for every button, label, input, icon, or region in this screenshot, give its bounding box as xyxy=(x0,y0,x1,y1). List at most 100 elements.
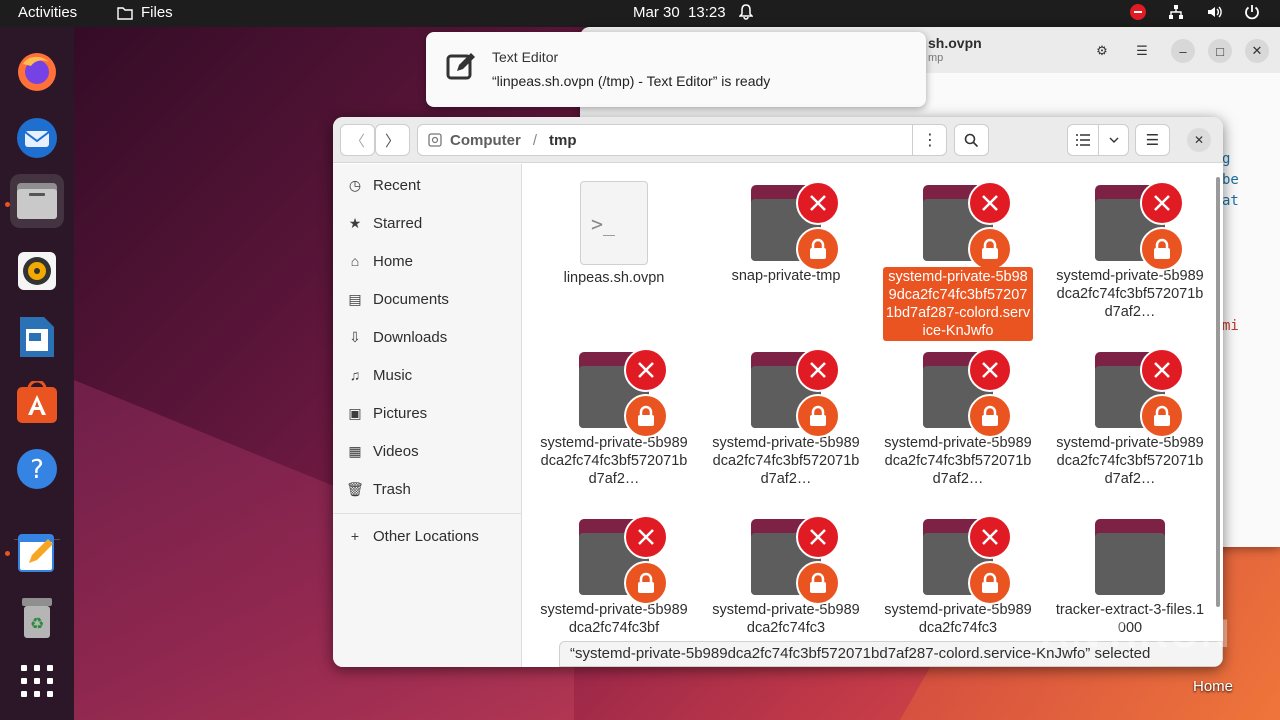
close-button[interactable]: ✕ xyxy=(1245,39,1269,63)
unreadable-badge-icon xyxy=(968,348,1012,392)
file-item[interactable]: systemd-private-5b989dca2fc74fc3bf572071… xyxy=(539,348,689,488)
plus-icon: + xyxy=(350,528,360,544)
view-toggle-button[interactable] xyxy=(1067,124,1129,156)
sidebar-item-videos[interactable]: ▦ Videos xyxy=(333,433,521,469)
lock-icon xyxy=(796,561,840,605)
desktop-home-label[interactable]: Home xyxy=(1193,678,1233,695)
sidebar-item-trash[interactable]: 🗑 Trash xyxy=(333,471,521,507)
forward-button[interactable]: 〉 xyxy=(375,124,410,156)
sidebar-item-pictures[interactable]: ▣ Pictures xyxy=(333,395,521,431)
thunderbird-icon[interactable] xyxy=(10,111,64,165)
sidebar-item-label: Home xyxy=(373,252,414,270)
locked-folder-icon xyxy=(751,348,840,438)
text-editor-icon[interactable] xyxy=(10,525,64,579)
show-apps-icon[interactable] xyxy=(10,654,64,708)
clock[interactable]: Mar 30 13:23 xyxy=(633,4,726,21)
path-menu-icon[interactable]: ⋮ xyxy=(912,125,947,155)
sidebar-item-home[interactable]: ⌂ Home xyxy=(333,243,521,279)
sidebar-item-label: Trash xyxy=(373,480,411,498)
file-item[interactable]: systemd-private-5b989dca2fc74fc3 xyxy=(883,515,1033,637)
sidebar-item-music[interactable]: ♫ Music xyxy=(333,357,521,393)
list-view-icon[interactable] xyxy=(1068,134,1098,146)
unreadable-badge-icon xyxy=(1140,348,1184,392)
lock-icon xyxy=(796,227,840,271)
chevron-down-icon[interactable] xyxy=(1098,125,1128,155)
file-item[interactable]: systemd-private-5b989dca2fc74fc3bf572071… xyxy=(711,348,861,488)
file-item-selected[interactable]: systemd-private-5b989dca2fc74fc3bf572071… xyxy=(883,181,1033,341)
path-segment-computer[interactable]: Computer xyxy=(450,132,521,149)
file-item[interactable]: snap-private-tmp xyxy=(711,181,861,285)
file-item[interactable]: systemd-private-5b989dca2fc74fc3bf572071… xyxy=(1055,348,1205,488)
app-menu[interactable]: Files xyxy=(117,4,173,21)
app-center-icon[interactable] xyxy=(10,376,64,430)
file-item[interactable]: systemd-private-5b989dca2fc74fc3bf572071… xyxy=(1055,181,1205,321)
activities-button[interactable]: Activities xyxy=(18,4,77,21)
file-item[interactable]: systemd-private-5b989dca2fc74fc3 xyxy=(711,515,861,637)
firefox-icon[interactable] xyxy=(10,45,64,99)
main-menu-button[interactable]: ☰ xyxy=(1135,124,1170,156)
unreadable-badge-icon xyxy=(796,515,840,559)
sidebar-item-label: Recent xyxy=(373,176,421,194)
files-window[interactable]: 〈 〉 Computer / tmp ⋮ ☰ ✕ ◷ Recent ★ Starre… xyxy=(333,117,1223,667)
path-bar[interactable]: Computer / tmp ⋮ xyxy=(417,124,947,156)
network-icon xyxy=(1169,5,1183,19)
lock-icon xyxy=(1140,227,1184,271)
sidebar-item-recent[interactable]: ◷ Recent xyxy=(333,167,521,203)
svg-text:?: ? xyxy=(30,455,44,485)
locked-folder-icon xyxy=(1095,348,1184,438)
lock-icon xyxy=(1140,394,1184,438)
notification[interactable]: Text Editor “linpeas.sh.ovpn (/tmp) - Te… xyxy=(426,32,926,107)
help-icon[interactable]: ? xyxy=(10,442,64,496)
files-icon[interactable] xyxy=(10,174,64,228)
sidebar-item-label: Documents xyxy=(373,290,449,308)
code-fragment: g xyxy=(1222,151,1231,167)
sidebar-item-label: Videos xyxy=(373,442,419,460)
back-button[interactable]: 〈 xyxy=(340,124,375,156)
sidebar-item-other-locations[interactable]: + Other Locations xyxy=(333,518,521,554)
locked-folder-icon xyxy=(923,181,1012,271)
watermark: ANY.RUN xyxy=(1040,612,1232,656)
hamburger-menu-icon[interactable]: ☰ xyxy=(1130,39,1154,63)
gear-icon[interactable]: ⚙ xyxy=(1090,39,1114,63)
search-button[interactable] xyxy=(954,124,989,156)
sidebar-item-documents[interactable]: ▤ Documents xyxy=(333,281,521,317)
code-fragment: be xyxy=(1222,172,1239,188)
code-fragment: mi xyxy=(1222,318,1239,334)
lock-icon xyxy=(968,227,1012,271)
file-item-label: systemd-private-5b989dca2fc74fc3bf572071… xyxy=(540,435,688,487)
unreadable-badge-icon xyxy=(796,181,840,225)
download-icon: ⇩ xyxy=(349,328,361,345)
editor-subtitle: mp xyxy=(928,52,944,64)
drive-icon xyxy=(428,133,442,147)
sidebar-item-label: Music xyxy=(373,366,413,384)
scrollbar[interactable] xyxy=(1216,177,1220,607)
locked-folder-icon xyxy=(579,348,668,438)
lock-icon xyxy=(968,394,1012,438)
file-item[interactable]: systemd-private-5b989dca2fc74fc3bf xyxy=(539,515,689,637)
minimize-button[interactable]: – xyxy=(1171,39,1195,63)
maximize-button[interactable]: □ xyxy=(1208,39,1232,63)
system-tray[interactable] xyxy=(1130,4,1260,20)
editor-title: sh.ovpn xyxy=(928,35,982,51)
unreadable-badge-icon xyxy=(624,348,668,392)
unreadable-badge-icon xyxy=(624,515,668,559)
file-item-label: systemd-private-5b989dca2fc74fc3bf572071… xyxy=(712,435,860,487)
close-button[interactable]: ✕ xyxy=(1187,128,1211,152)
file-item-label: systemd-private-5b989dca2fc74fc3 xyxy=(884,602,1032,636)
file-item-label: snap-private-tmp xyxy=(731,268,841,284)
file-item[interactable]: systemd-private-5b989dca2fc74fc3bf572071… xyxy=(883,348,1033,488)
sidebar-item-downloads[interactable]: ⇩ Downloads xyxy=(333,319,521,355)
trash-icon: 🗑 xyxy=(346,480,364,497)
notification-app-name: Text Editor xyxy=(492,49,559,65)
bell-icon[interactable] xyxy=(738,4,754,24)
path-segment-current[interactable]: tmp xyxy=(549,132,577,149)
do-not-disturb-icon[interactable] xyxy=(1130,4,1146,20)
file-item[interactable]: >_ linpeas.sh.ovpn xyxy=(539,181,689,287)
sidebar-item-starred[interactable]: ★ Starred xyxy=(333,205,521,241)
libreoffice-writer-icon[interactable] xyxy=(10,310,64,364)
trash-icon[interactable]: ♻ xyxy=(10,591,64,645)
volume-icon xyxy=(1208,6,1222,18)
app-name: Files xyxy=(141,4,173,21)
rhythmbox-icon[interactable] xyxy=(10,244,64,298)
time-text: 13:23 xyxy=(688,4,726,21)
